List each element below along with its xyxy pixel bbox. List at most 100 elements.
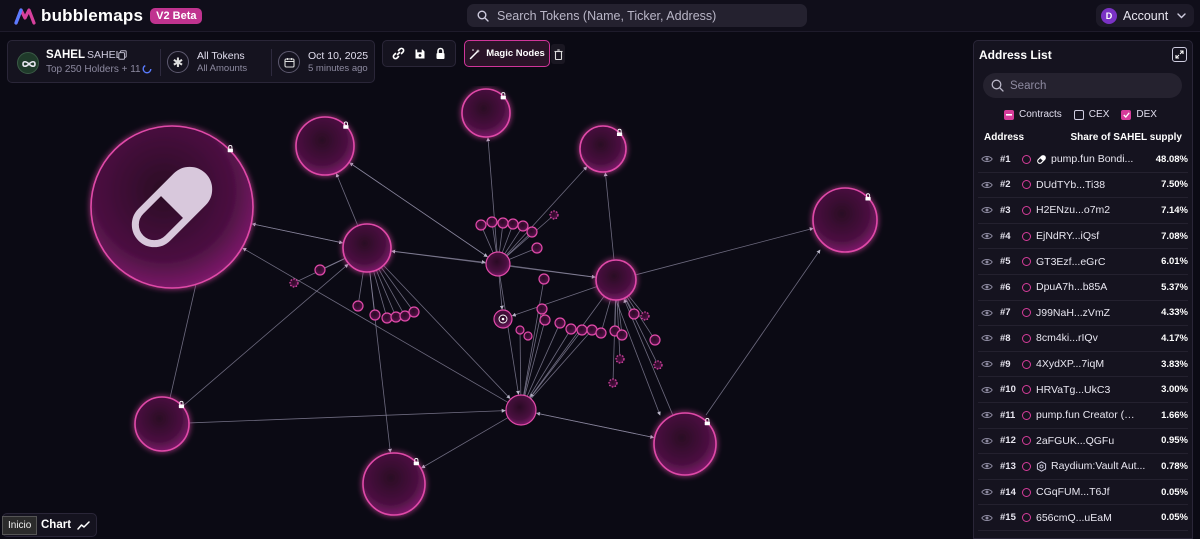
address-row[interactable]: #13 Raydium:Vault Aut... 0.78% [978, 454, 1188, 480]
copy-icon[interactable] [118, 50, 127, 60]
eye-icon[interactable] [981, 232, 993, 240]
holder-bubble[interactable] [485, 251, 511, 277]
holder-bubble[interactable] [539, 314, 551, 326]
address-name[interactable]: EjNdRY...iQsf [1036, 230, 1140, 242]
address-row[interactable]: #6 DpuA7h...b85A 5.37% [978, 275, 1188, 301]
address-search-input[interactable]: Search [983, 73, 1182, 98]
holder-bubble[interactable] [369, 309, 381, 321]
eye-icon[interactable] [981, 258, 993, 266]
holder-bubble[interactable] [538, 273, 550, 285]
trash-icon [554, 48, 562, 60]
eye-icon[interactable] [981, 334, 993, 342]
address-row[interactable]: #3 H2ENzu...o7m2 7.14% [978, 198, 1188, 224]
date-label[interactable]: Oct 10, 2025 [308, 50, 368, 62]
magic-nodes-button[interactable]: Magic Nodes [464, 40, 550, 67]
address-row[interactable]: #9 4XydXP...7iqM 3.83% [978, 352, 1188, 378]
address-name[interactable]: 656cmQ...uEaM [1036, 512, 1140, 524]
address-name[interactable]: 4XydXP...7iqM [1036, 358, 1140, 370]
holder-bubble[interactable] [616, 329, 628, 341]
eye-icon[interactable] [981, 386, 993, 394]
address-name[interactable]: 8cm4ki...rIQv [1036, 332, 1140, 344]
address-name[interactable]: DUdTYb...Ti38 [1036, 179, 1140, 191]
address-row[interactable]: #5 GT3Ezf...eGrC 6.01% [978, 249, 1188, 275]
eye-icon[interactable] [981, 411, 993, 419]
save-icon[interactable] [414, 48, 426, 60]
holder-bubble[interactable] [475, 219, 487, 231]
eye-icon[interactable] [981, 283, 993, 291]
holder-bubble[interactable] [549, 210, 559, 220]
holder-bubble[interactable] [576, 324, 588, 336]
eye-icon[interactable] [981, 462, 993, 470]
holder-bubble[interactable] [289, 278, 299, 288]
filter-dex[interactable]: DEX [1121, 109, 1157, 120]
holder-bubble[interactable] [640, 311, 650, 321]
address-name[interactable]: DpuA7h...b85A [1036, 281, 1140, 293]
holder-bubble[interactable] [515, 325, 525, 335]
holder-bubble[interactable] [595, 259, 637, 301]
address-share: 7.08% [1161, 230, 1188, 242]
holder-bubble[interactable] [507, 218, 519, 230]
address-row[interactable]: #15 656cmQ...uEaM 0.05% [978, 505, 1188, 531]
holder-bubble[interactable] [523, 331, 533, 341]
address-name[interactable]: GT3Ezf...eGrC [1036, 256, 1140, 268]
holder-bubble[interactable] [408, 306, 420, 318]
holder-bubble[interactable] [608, 378, 618, 388]
holder-bubble[interactable] [486, 216, 498, 228]
delete-button[interactable] [551, 44, 565, 64]
holder-bubble[interactable] [649, 334, 661, 346]
eye-icon[interactable] [981, 437, 993, 445]
address-name[interactable]: pump.fun Creator (4H... [1036, 409, 1140, 421]
holder-bubble[interactable] [615, 354, 625, 364]
holder-bubble[interactable] [595, 327, 607, 339]
eye-icon[interactable] [981, 488, 993, 496]
link-icon[interactable] [392, 47, 405, 60]
holder-bubble[interactable] [653, 360, 663, 370]
token-filter-label[interactable]: All Tokens [197, 50, 245, 62]
holder-bubble[interactable] [536, 303, 548, 315]
graph-link [603, 172, 615, 261]
bubble-graph[interactable] [0, 86, 968, 539]
address-name[interactable]: J99NaH...zVmZ [1036, 307, 1140, 319]
address-row[interactable]: #14 CGqFUM...T6Jf 0.05% [978, 480, 1188, 506]
holder-bubble[interactable] [497, 217, 509, 229]
holder-bubble[interactable] [342, 223, 392, 273]
lock-icon[interactable] [435, 47, 446, 60]
address-name[interactable]: CGqFUM...T6Jf [1036, 486, 1140, 498]
address-row[interactable]: #4 EjNdRY...iQsf 7.08% [978, 224, 1188, 250]
holder-bubble[interactable] [554, 317, 566, 329]
filter-cex[interactable]: CEX [1073, 109, 1109, 120]
address-row[interactable]: #12 2aFGUK...QGFu 0.95% [978, 429, 1188, 455]
logo[interactable]: bubblemaps V2 Beta [14, 6, 203, 26]
address-name[interactable]: Raydium:Vault Aut... [1051, 460, 1155, 472]
holder-bubble[interactable] [628, 308, 640, 320]
filter-button[interactable]: ✱ [167, 51, 189, 73]
holder-bubble[interactable] [505, 394, 537, 426]
eye-icon[interactable] [981, 360, 993, 368]
expand-button[interactable] [1172, 47, 1187, 62]
address-row[interactable]: #7 J99NaH...zVmZ 4.33% [978, 301, 1188, 327]
token-search-input[interactable]: Search Tokens (Name, Ticker, Address) [467, 4, 807, 27]
address-row[interactable]: #1 pump.fun Bondi... 48.08% [978, 147, 1188, 173]
address-name[interactable]: HRVaTg...UkC3 [1036, 384, 1140, 396]
address-name[interactable]: 2aFGUK...QGFu [1036, 435, 1140, 447]
filter-contracts[interactable]: Contracts [1004, 109, 1062, 120]
holder-bubble[interactable] [531, 242, 543, 254]
address-row[interactable]: #11 pump.fun Creator (4H... 1.66% [978, 403, 1188, 429]
eye-icon[interactable] [981, 181, 993, 189]
address-name[interactable]: pump.fun Bondi... [1051, 153, 1155, 165]
account-button[interactable]: D Account [1096, 4, 1194, 27]
holder-bubble[interactable] [565, 323, 577, 335]
holder-bubble[interactable] [352, 300, 364, 312]
holder-bubble[interactable] [314, 264, 326, 276]
holder-bubble[interactable] [517, 220, 529, 232]
eye-icon[interactable] [981, 514, 993, 522]
address-row[interactable]: #10 HRVaTg...UkC3 3.00% [978, 377, 1188, 403]
address-row[interactable]: #2 DUdTYb...Ti38 7.50% [978, 173, 1188, 199]
date-button[interactable] [278, 51, 300, 73]
holder-bubble[interactable] [526, 226, 538, 238]
eye-icon[interactable] [981, 155, 993, 163]
address-row[interactable]: #8 8cm4ki...rIQv 4.17% [978, 326, 1188, 352]
address-name[interactable]: H2ENzu...o7m2 [1036, 204, 1140, 216]
eye-icon[interactable] [981, 206, 993, 214]
eye-icon[interactable] [981, 309, 993, 317]
